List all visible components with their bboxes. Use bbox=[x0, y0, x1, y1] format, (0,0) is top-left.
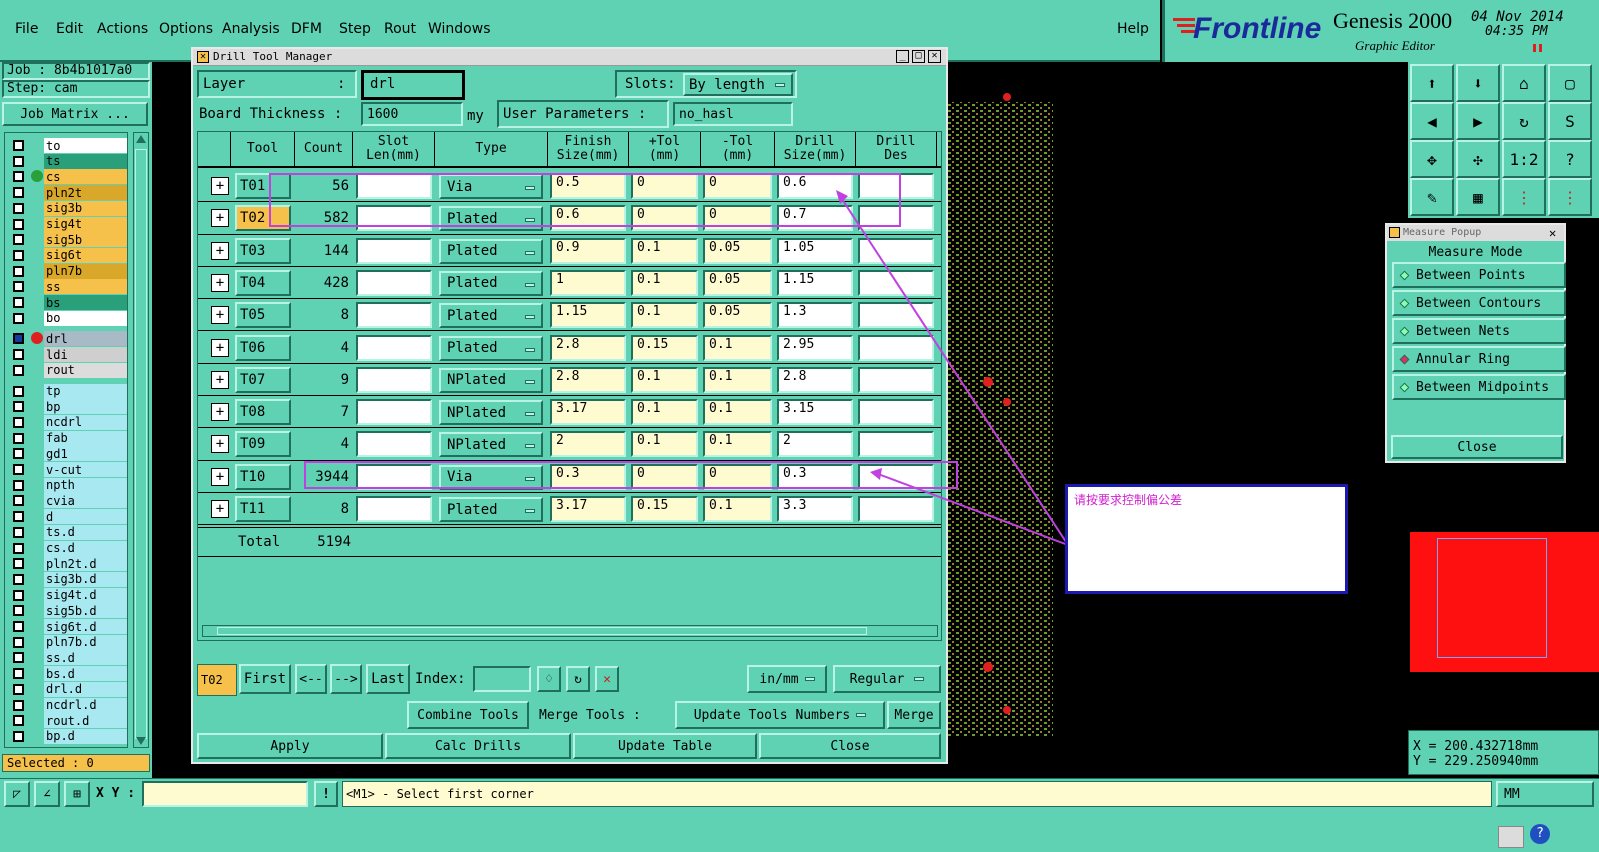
annotation-arrowhead bbox=[836, 190, 848, 204]
keyboard-icon[interactable] bbox=[1498, 826, 1524, 848]
highlight-box-t01-t02 bbox=[269, 173, 901, 227]
angle-tool-icon[interactable]: ∠ bbox=[34, 781, 60, 807]
units-status-dropdown[interactable]: MM bbox=[1496, 781, 1594, 807]
highlight-box-t10 bbox=[304, 461, 958, 489]
annotation-arrow-line bbox=[839, 195, 1069, 546]
units-status-value: MM bbox=[1504, 786, 1520, 802]
alert-icon[interactable]: ! bbox=[314, 781, 338, 807]
annotation-overlay bbox=[269, 173, 1069, 546]
status-bar: ◸ ∠ ⊞ X Y : ! <M1> - Select first corner… bbox=[0, 778, 1599, 808]
status-message: <M1> - Select first corner bbox=[342, 781, 1492, 807]
xy-input[interactable] bbox=[142, 781, 308, 807]
annotation-arrow-line bbox=[877, 473, 1069, 546]
help-circle-icon[interactable]: ? bbox=[1530, 824, 1550, 844]
taskbar: ? bbox=[0, 808, 1599, 852]
grid-snap-icon[interactable]: ⊞ bbox=[64, 781, 90, 807]
annotation-arrowhead bbox=[870, 468, 882, 480]
select-tool-icon[interactable]: ◸ bbox=[4, 781, 30, 807]
xy-label: X Y : bbox=[96, 786, 136, 801]
annotation-note: 请按要求控制偏公差 bbox=[1065, 484, 1348, 594]
